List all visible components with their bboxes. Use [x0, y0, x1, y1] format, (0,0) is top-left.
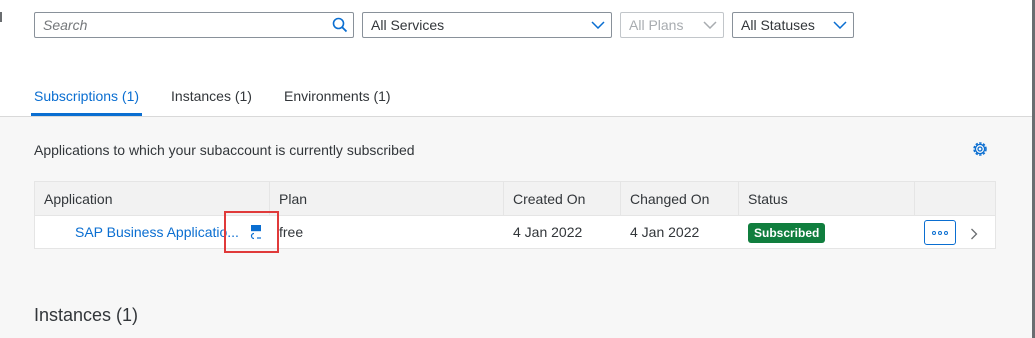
created-on-cell: 4 Jan 2022 — [513, 224, 583, 240]
instances-section-title: Instances (1) — [34, 305, 139, 325]
chevron-down-icon — [827, 21, 853, 29]
search-placeholder: Search — [43, 17, 88, 33]
services-select[interactable]: All Services — [362, 12, 612, 38]
column-header-changed-on: Changed On — [621, 182, 739, 216]
search-input[interactable]: Search — [34, 12, 354, 38]
services-select-value: All Services — [371, 17, 445, 33]
chevron-down-icon — [585, 21, 611, 29]
search-icon[interactable] — [327, 17, 353, 33]
application-link[interactable]: SAP Business Applicatio... — [75, 216, 239, 249]
chevron-right-icon[interactable] — [970, 227, 978, 240]
edge-marker — [0, 12, 2, 22]
tab-subscriptions[interactable]: Subscriptions (1) — [30, 88, 143, 116]
column-header-status: Status — [739, 182, 915, 216]
table-row[interactable]: SAP Business Applicatio... free 4 Jan 20… — [35, 216, 995, 249]
statuses-select-value: All Statuses — [741, 17, 815, 33]
table-header: Application Plan Created On Changed On S… — [35, 182, 995, 216]
statuses-select[interactable]: All Statuses — [732, 12, 854, 38]
tab-instances[interactable]: Instances (1) — [171, 88, 252, 116]
status-badge: Subscribed — [748, 223, 826, 243]
gear-icon[interactable] — [970, 139, 990, 159]
column-header-created-on: Created On — [504, 182, 621, 216]
plans-select[interactable]: All Plans — [620, 12, 724, 38]
subscriptions-description: Applications to which your subaccount is… — [34, 142, 415, 158]
changed-on-cell: 4 Jan 2022 — [630, 224, 700, 240]
subscriptions-table: Application Plan Created On Changed On S… — [34, 181, 996, 249]
more-actions-button[interactable] — [924, 220, 956, 245]
tab-environments[interactable]: Environments (1) — [284, 88, 391, 116]
highlight-box — [224, 211, 279, 253]
column-header-plan: Plan — [270, 182, 504, 216]
tab-bar: Subscriptions (1) Instances (1) Environm… — [30, 88, 423, 116]
chevron-down-icon — [697, 21, 723, 29]
plans-select-value: All Plans — [629, 17, 684, 33]
more-icon — [932, 230, 948, 235]
